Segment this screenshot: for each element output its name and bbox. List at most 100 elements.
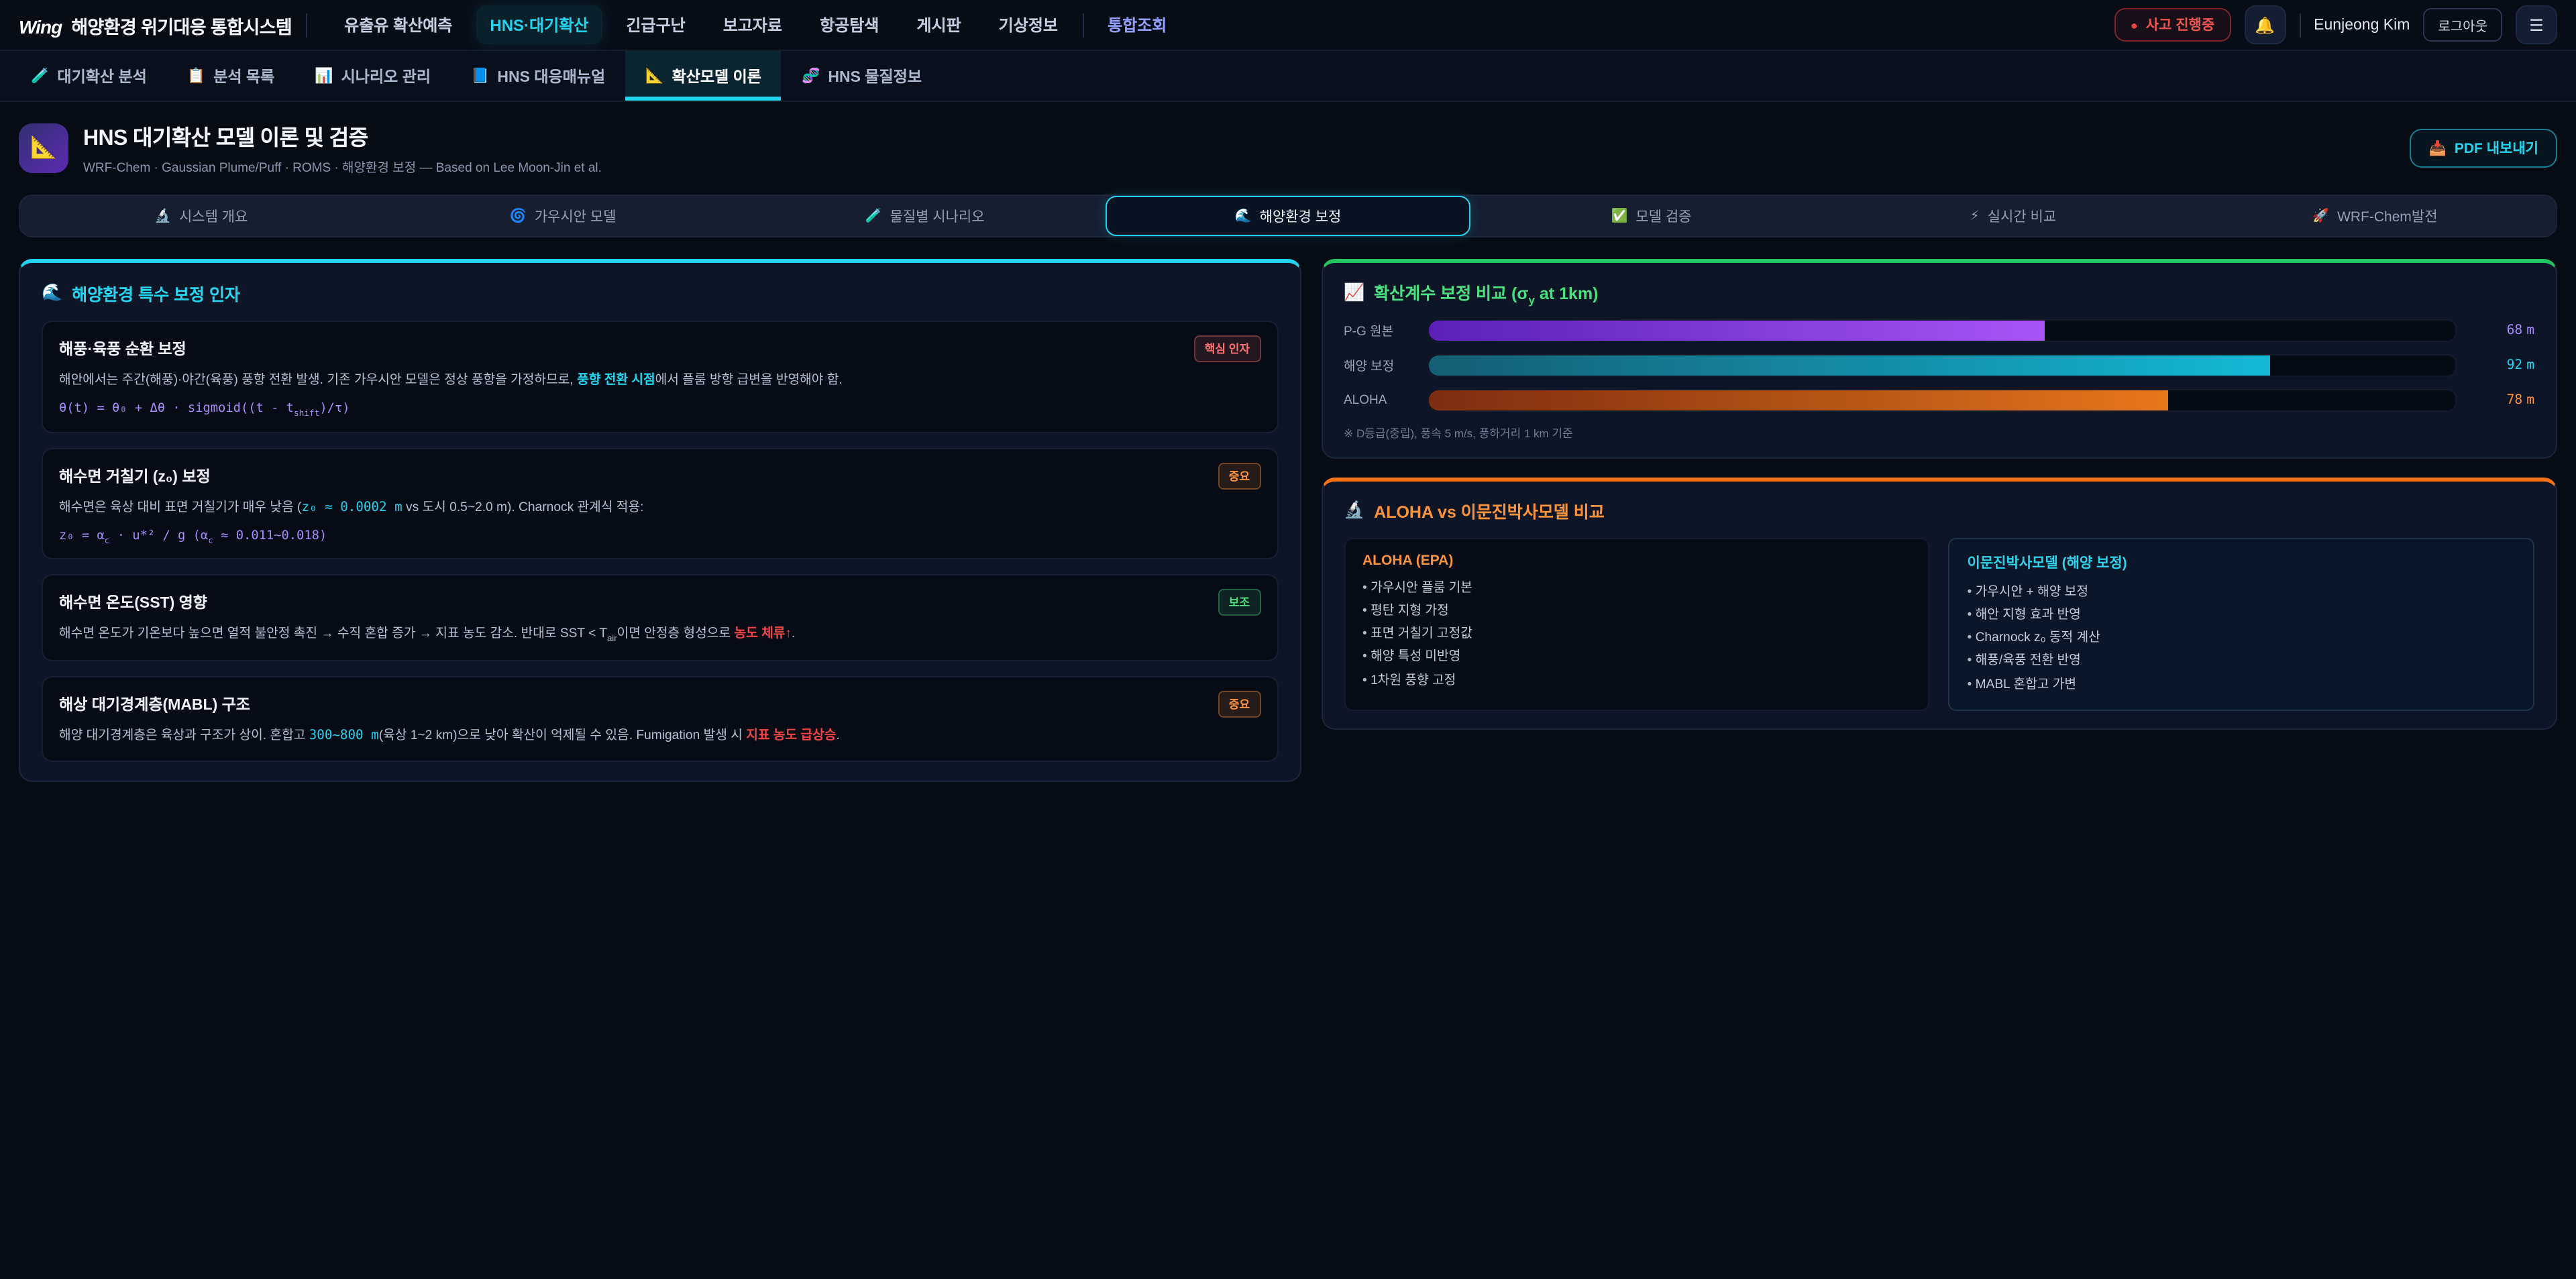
nav-item-board[interactable]: 게시판 [903,5,974,44]
subtab-hns-substance-info[interactable]: 🧬 HNS 물질정보 [782,51,942,101]
nav-item-weather[interactable]: 기상정보 [985,5,1071,44]
factor-title: 해수면 온도(SST) 영향 [59,592,207,614]
logo-wing-mark: Wing [19,15,62,37]
tab-wrf-chem[interactable]: 🚀 WRF-Chem발전 [2194,196,2556,236]
factor-card-sea-land-breeze: 해풍·육풍 순환 보정 핵심 인자 해안에서는 주간(해풍)·야간(육풍) 풍향… [42,321,1278,433]
subtab-label: HNS 대응매뉴얼 [497,65,605,87]
notification-bell-button[interactable]: 🔔 [2244,5,2286,44]
bar-label: ALOHA [1344,392,1413,407]
right-column: 📈 확산계수 보정 비교 (σy at 1km) P-G 원본 68m 해양 보… [1321,259,2557,730]
triangle-ruler-icon: 📐 [645,67,663,85]
list-item: Charnock z₀ 동적 계산 [1968,626,2516,650]
microscope-icon: 🔬 [154,209,171,223]
tab-substance-scenarios[interactable]: 🧪 물질별 시나리오 [744,196,1106,236]
subtab-hns-manual[interactable]: 📘 HNS 대응매뉴얼 [451,51,625,101]
main-nav: 유출유 확산예측 HNS·대기확산 긴급구난 보고자료 항공탐색 게시판 기상정… [331,5,1180,44]
factor-card-header: 해풍·육풍 순환 보정 핵심 인자 [59,335,1260,362]
chart-footnote: ※ D등급(중립), 풍속 5 m/s, 풍하거리 1 km 기준 [1344,425,2534,441]
app-root: Wing 해양환경 위기대응 통합시스템 유출유 확산예측 HNS·대기확산 긴… [0,0,2576,1279]
aloha-feature-list: 가우시안 플룸 기본 평탄 지형 가정 표면 거칠기 고정값 해양 특성 미반영… [1362,576,1911,692]
list-item: MABL 혼합고 가변 [1968,673,2516,696]
rocket-icon: 🚀 [2312,209,2329,223]
nav-item-aerial-search[interactable]: 항공탐색 [806,5,892,44]
tab-label: 물질별 시나리오 [890,206,985,226]
tab-label: 실시간 비교 [1988,206,2056,226]
main-content: 🌊 해양환경 특수 보정 인자 해풍·육풍 순환 보정 핵심 인자 해안에서는 … [0,237,2576,783]
chart-increasing-icon: 📈 [1344,283,1364,303]
factor-description: 해수면은 육상 대비 표면 거칠기가 매우 낮음 (z₀ ≈ 0.0002 m … [59,498,1260,518]
app-title: 해양환경 위기대응 통합시스템 [71,11,292,38]
incident-status-badge[interactable]: ● 사고 진행중 [2114,8,2231,42]
pdf-export-button[interactable]: 📥 PDF 내보내기 [2410,128,2557,167]
tab-model-validation[interactable]: ✅ 모델 검증 [1470,196,1832,236]
list-item: 해양 특성 미반영 [1362,646,1911,669]
incident-label: 사고 진행중 [2146,15,2214,35]
bar-value: 68m [2470,323,2534,337]
bar-fill-aloha [1428,390,2167,410]
app-logo: Wing 해양환경 위기대응 통합시스템 [19,11,292,38]
tab-label: WRF-Chem발전 [2337,206,2437,226]
subtab-label: 분석 목록 [213,65,274,87]
nav-item-rescue[interactable]: 긴급구난 [612,5,698,44]
factor-card-sst: 해수면 온도(SST) 영향 보조 해수면 온도가 기온보다 높으면 열적 불안… [42,575,1278,662]
subtab-dispersion-analysis[interactable]: 🧪 대기확산 분석 [11,51,167,101]
clipboard-icon: 📋 [187,67,205,85]
wave-icon: 🌊 [42,283,62,303]
tab-label: 모델 검증 [1635,206,1691,226]
hamburger-menu-button[interactable]: ☰ [2516,5,2557,44]
factor-badge: 핵심 인자 [1194,335,1260,362]
subtab-model-theory[interactable]: 📐 확산모델 이론 [625,51,782,101]
factor-badge: 중요 [1218,462,1260,489]
divider [2299,13,2300,37]
bar-value: 78m [2470,392,2534,407]
marine-correction-panel: 🌊 해양환경 특수 보정 인자 해풍·육풍 순환 보정 핵심 인자 해안에서는 … [19,259,1301,783]
page-title-block: HNS 대기확산 모델 이론 및 검증 WRF-Chem · Gaussian … [83,119,602,176]
factor-title: 해풍·육풍 순환 보정 [59,338,186,359]
subtab-analysis-list[interactable]: 📋 분석 목록 [167,51,294,101]
tab-gaussian-model[interactable]: 🌀 가우시안 모델 [382,196,743,236]
page-title: HNS 대기확산 모델 이론 및 검증 [83,119,602,152]
factor-description: 해수면 온도가 기온보다 높으면 열적 불안정 촉진 → 수직 혼합 증가 → … [59,626,1260,647]
subtab-scenario-management[interactable]: 📊 시나리오 관리 [294,51,451,101]
hamburger-icon: ☰ [2529,15,2544,34]
bar-chart-icon: 📊 [315,67,333,85]
tab-system-overview[interactable]: 🔬 시스템 개요 [20,196,382,236]
user-name: Eunjeong Kim [2314,17,2410,33]
tab-realtime-comparison[interactable]: ⚡ 실시간 비교 [1832,196,2194,236]
navbar-right: ● 사고 진행중 🔔 Eunjeong Kim 로그아웃 ☰ [2114,5,2557,44]
factor-formula: z₀ = αc · u*² / g (αc ≈ 0.011~0.018) [59,528,1260,545]
leemoonjin-feature-list: 가우시안 + 해양 보정 해안 지형 효과 반영 Charnock z₀ 동적 … [1968,580,2516,696]
factor-description: 해안에서는 주간(해풍)·야간(육풍) 풍향 전환 발생. 기존 가우시안 모델… [59,372,1260,392]
logout-button[interactable]: 로그아웃 [2423,8,2502,42]
bar-fill-pg-original [1428,320,2045,340]
divider [1082,13,1083,37]
list-item: 가우시안 플룸 기본 [1362,576,1911,600]
lightning-icon: ⚡ [1970,209,1980,223]
comparison-title: 🔬 ALOHA vs 이문진박사모델 비교 [1344,497,2534,522]
factor-card-sea-roughness: 해수면 거칠기 (z₀) 보정 중요 해수면은 육상 대비 표면 거칠기가 매우… [42,447,1278,559]
bell-icon: 🔔 [2255,15,2275,34]
aloha-model-title: ALOHA (EPA) [1362,552,1911,568]
tab-marine-correction[interactable]: 🌊 해양환경 보정 [1106,196,1470,236]
nav-item-integrated-search[interactable]: 통합조회 [1094,5,1180,44]
page-subtitle: WRF-Chem · Gaussian Plume/Puff · ROMS · … [83,157,602,176]
tab-label: 가우시안 모델 [535,206,616,226]
factor-card-header: 해수면 거칠기 (z₀) 보정 중요 [59,462,1260,489]
factor-badge: 중요 [1218,691,1260,718]
page-icon-box: 📐 [19,123,68,172]
nav-item-hns-dispersion[interactable]: HNS·대기확산 [476,5,602,44]
nav-item-reports[interactable]: 보고자료 [710,5,796,44]
factor-title: 해수면 거칠기 (z₀) 보정 [59,465,211,486]
list-item: 평탄 지형 가정 [1362,600,1911,623]
nav-item-oil-spill[interactable]: 유출유 확산예측 [331,5,466,44]
comparison-title-text: ALOHA vs 이문진박사모델 비교 [1374,497,1605,522]
page-header: 📐 HNS 대기확산 모델 이론 및 검증 WRF-Chem · Gaussia… [0,102,2576,188]
factor-card-mabl: 해상 대기경계층(MABL) 구조 중요 해양 대기경계층은 육상과 구조가 상… [42,677,1278,763]
pdf-export-label: PDF 내보내기 [2455,137,2538,158]
list-item: 표면 거칠기 고정값 [1362,622,1911,646]
factor-description: 해양 대기경계층은 육상과 구조가 상이. 혼합고 300~800 m(육상 1… [59,728,1260,748]
factor-formula: θ(t) = θ₀ + Δθ · sigmoid((t - tshift)/τ) [59,401,1260,419]
marine-correction-panel-title: 🌊 해양환경 특수 보정 인자 [42,280,1278,306]
chart-title: 📈 확산계수 보정 비교 (σy at 1km) [1344,279,2534,307]
list-item: 해풍/육풍 전환 반영 [1968,650,2516,673]
